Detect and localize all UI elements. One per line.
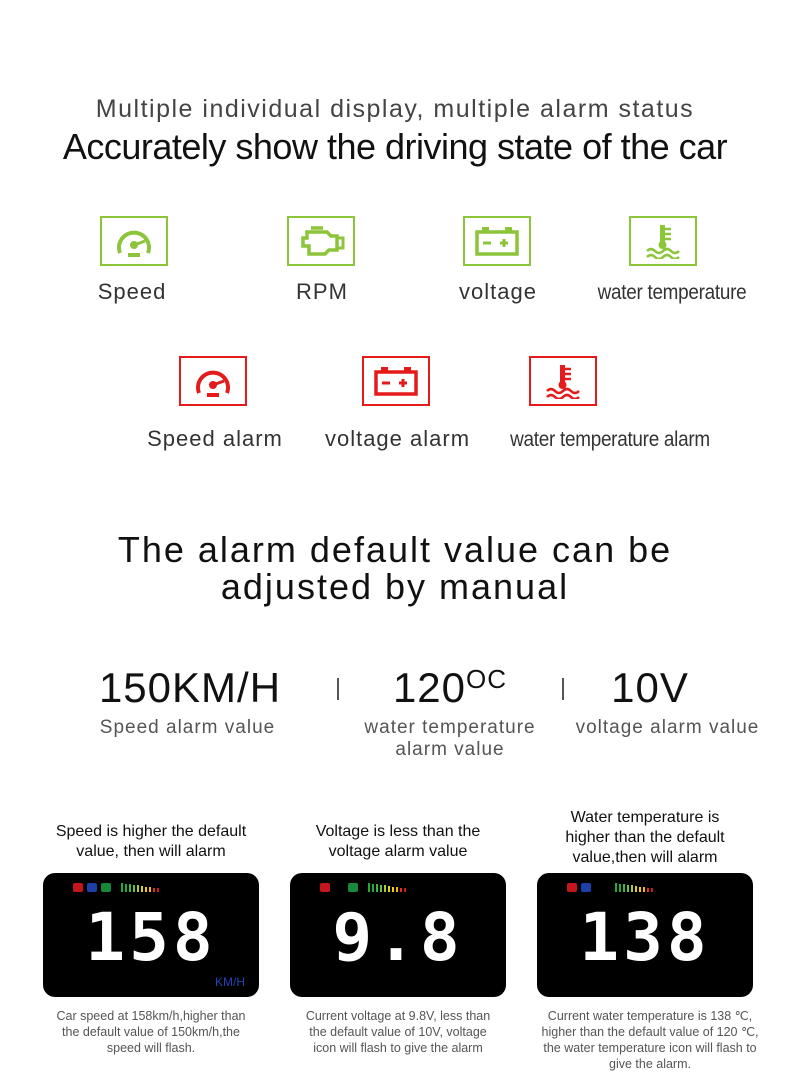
title: Accurately show the driving state of the… — [62, 126, 728, 167]
level-bar — [145, 886, 147, 892]
speaker-icon — [567, 883, 577, 892]
level-bar — [647, 887, 649, 892]
hud-display-speed: 158 KM/H — [43, 873, 259, 997]
section-heading-line1: The alarm default value can be — [117, 529, 673, 570]
label-voltage-alarm: voltage alarm — [324, 426, 471, 451]
label-voltage: voltage — [459, 279, 537, 304]
level-bar — [643, 887, 645, 892]
voltage-reading: 9.8 — [332, 899, 464, 976]
speaker-icon — [320, 883, 330, 892]
level-bar — [129, 884, 131, 892]
example-temperature-caption: Water temperature is higher than the defa… — [565, 809, 725, 866]
speed-alarm-value: 150KM/H — [98, 664, 282, 711]
level-bar — [627, 884, 629, 892]
page: Multiple individual display, multiple al… — [0, 0, 790, 1082]
water-temperature-icon — [629, 216, 697, 266]
indicator-bar — [567, 883, 653, 892]
temperature-alarm-label1: water temperature — [364, 717, 536, 738]
level-bar — [619, 883, 621, 892]
level-bar — [368, 883, 370, 892]
level-bar — [392, 886, 394, 892]
level-bar — [372, 883, 374, 892]
section-heading-line2: adjusted by manual — [220, 566, 570, 607]
battery-alarm-icon — [362, 356, 430, 406]
temperature-alarm-label2: alarm value — [395, 739, 505, 760]
label-rpm: RPM — [296, 279, 348, 304]
label-water-temperature-alarm: water temperature alarm — [510, 428, 710, 451]
temperature-number: 120 — [392, 664, 467, 711]
label-water-temperature: water temperature — [597, 281, 747, 304]
unit-label: KM/H — [215, 975, 245, 989]
example-speed-caption: Speed is higher the default value, then w… — [55, 823, 247, 860]
speedometer-alarm-icon — [179, 356, 247, 406]
speed-alarm-value-label: Speed alarm value — [99, 717, 276, 738]
level-bar — [380, 884, 382, 892]
label-speed-alarm: Speed alarm — [147, 426, 283, 451]
voltage-alarm-value-label: voltage alarm value — [575, 717, 760, 738]
divider — [337, 678, 339, 700]
level-bar — [388, 886, 390, 892]
level-bar — [631, 885, 633, 892]
level-bar — [639, 886, 641, 892]
temperature-reading: 138 — [579, 899, 711, 976]
level-bar — [651, 888, 653, 892]
divider — [562, 678, 564, 700]
level-bar — [396, 887, 398, 892]
hud-display-temperature: 138 — [537, 873, 753, 997]
speaker-icon — [73, 883, 83, 892]
example-temperature-description: Current water temperature is 138 ℃, highe… — [541, 1009, 759, 1071]
hud-display-voltage: 9.8 — [290, 873, 506, 997]
battery-icon — [581, 883, 591, 892]
subtitle: Multiple individual display, multiple al… — [95, 95, 695, 123]
level-bar — [376, 884, 378, 892]
indicator-bar — [320, 883, 406, 892]
engine-icon — [287, 216, 355, 266]
speed-reading: 158 — [85, 899, 217, 976]
water-temperature-alarm-icon — [529, 356, 597, 406]
water-temperature-icon — [348, 883, 358, 892]
level-bar — [121, 883, 123, 892]
level-bar — [400, 887, 402, 892]
label-speed: Speed — [97, 279, 167, 304]
level-bar — [635, 886, 637, 892]
temperature-unit: OC — [466, 664, 508, 694]
level-bar — [125, 883, 127, 892]
speedometer-icon — [100, 216, 168, 266]
voltage-alarm-value: 10V — [611, 664, 689, 711]
level-bar — [133, 884, 135, 892]
example-voltage-description: Current voltage at 9.8V, less than the de… — [305, 1009, 491, 1055]
level-bar — [149, 887, 151, 892]
example-speed-description: Car speed at 158km/h,higher than the defa… — [56, 1009, 246, 1055]
indicator-bar — [73, 883, 159, 892]
battery-icon — [463, 216, 531, 266]
battery-icon — [87, 883, 97, 892]
level-bar — [623, 884, 625, 892]
level-bar — [153, 887, 155, 892]
level-bar — [615, 883, 617, 892]
level-bar — [404, 888, 406, 892]
example-voltage-caption: Voltage is less than the voltage alarm va… — [315, 823, 481, 860]
temperature-alarm-value: 120OC — [360, 664, 540, 712]
water-temperature-icon — [101, 883, 111, 892]
level-bar — [137, 885, 139, 892]
level-bar — [157, 888, 159, 892]
level-bar — [384, 885, 386, 892]
level-bar — [141, 886, 143, 892]
